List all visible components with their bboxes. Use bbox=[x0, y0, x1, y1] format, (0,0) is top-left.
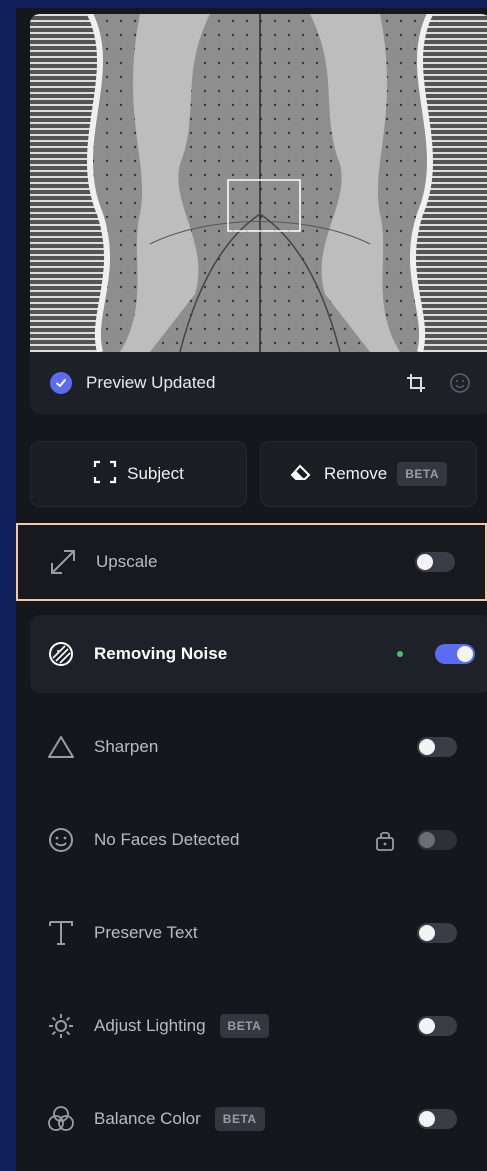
remove-button-label: Remove bbox=[323, 464, 388, 483]
subject-button[interactable]: Subject bbox=[30, 441, 247, 507]
setting-row-lighting[interactable]: Adjust Lighting BETA bbox=[16, 987, 487, 1065]
face-icon[interactable] bbox=[449, 372, 471, 394]
triangle-icon bbox=[46, 732, 76, 762]
upscale-toggle[interactable] bbox=[415, 552, 455, 572]
setting-row-upscale[interactable]: Upscale bbox=[16, 523, 487, 601]
color-circles-icon bbox=[46, 1104, 76, 1134]
beta-badge: BETA bbox=[397, 462, 448, 486]
lock-icon bbox=[375, 829, 395, 851]
faces-toggle[interactable] bbox=[417, 830, 457, 850]
crop-icon[interactable] bbox=[405, 372, 427, 394]
preview-status-label: Preview Updated bbox=[86, 373, 216, 392]
setting-label: Upscale bbox=[96, 552, 158, 571]
preview-image[interactable] bbox=[30, 14, 487, 352]
mode-buttons: Subject Remove BETA bbox=[30, 441, 487, 507]
setting-row-color[interactable]: Balance Color BETA bbox=[16, 1080, 487, 1158]
setting-label: Removing Noise bbox=[94, 644, 228, 663]
setting-label: Sharpen bbox=[94, 737, 159, 756]
noise-toggle[interactable] bbox=[435, 644, 475, 664]
setting-row-sharpen[interactable]: Sharpen bbox=[16, 708, 487, 786]
color-toggle[interactable] bbox=[417, 1109, 457, 1129]
setting-label: Balance Color bbox=[94, 1109, 201, 1128]
beta-badge: BETA bbox=[214, 1107, 265, 1131]
subject-select-icon bbox=[93, 460, 117, 489]
setting-row-faces[interactable]: No Faces Detected bbox=[16, 801, 487, 879]
face-icon bbox=[46, 825, 76, 855]
setting-row-noise[interactable]: Removing Noise bbox=[30, 615, 487, 693]
text-icon bbox=[46, 918, 76, 948]
preview-status-bar: Preview Updated bbox=[30, 352, 487, 414]
sun-icon bbox=[46, 1011, 76, 1041]
setting-label: Preserve Text bbox=[94, 923, 198, 942]
setting-row-text[interactable]: Preserve Text bbox=[16, 894, 487, 972]
preview-card: Preview Updated bbox=[30, 14, 487, 414]
check-circle-icon bbox=[50, 372, 72, 394]
eraser-icon bbox=[290, 462, 314, 487]
remove-button[interactable]: Remove BETA bbox=[260, 441, 477, 507]
expand-arrow-icon bbox=[48, 547, 78, 577]
beta-badge: BETA bbox=[219, 1014, 270, 1038]
noise-icon bbox=[46, 639, 76, 669]
lighting-toggle[interactable] bbox=[417, 1016, 457, 1036]
subject-button-label: Subject bbox=[127, 464, 184, 483]
status-dot bbox=[397, 651, 403, 657]
text-toggle[interactable] bbox=[417, 923, 457, 943]
sharpen-toggle[interactable] bbox=[417, 737, 457, 757]
setting-label: Adjust Lighting bbox=[94, 1016, 206, 1035]
setting-label: No Faces Detected bbox=[94, 830, 240, 849]
enhance-panel: Preview Updated Subject Remove BETA Upsc… bbox=[16, 8, 487, 1171]
staircase-photo bbox=[30, 14, 487, 352]
